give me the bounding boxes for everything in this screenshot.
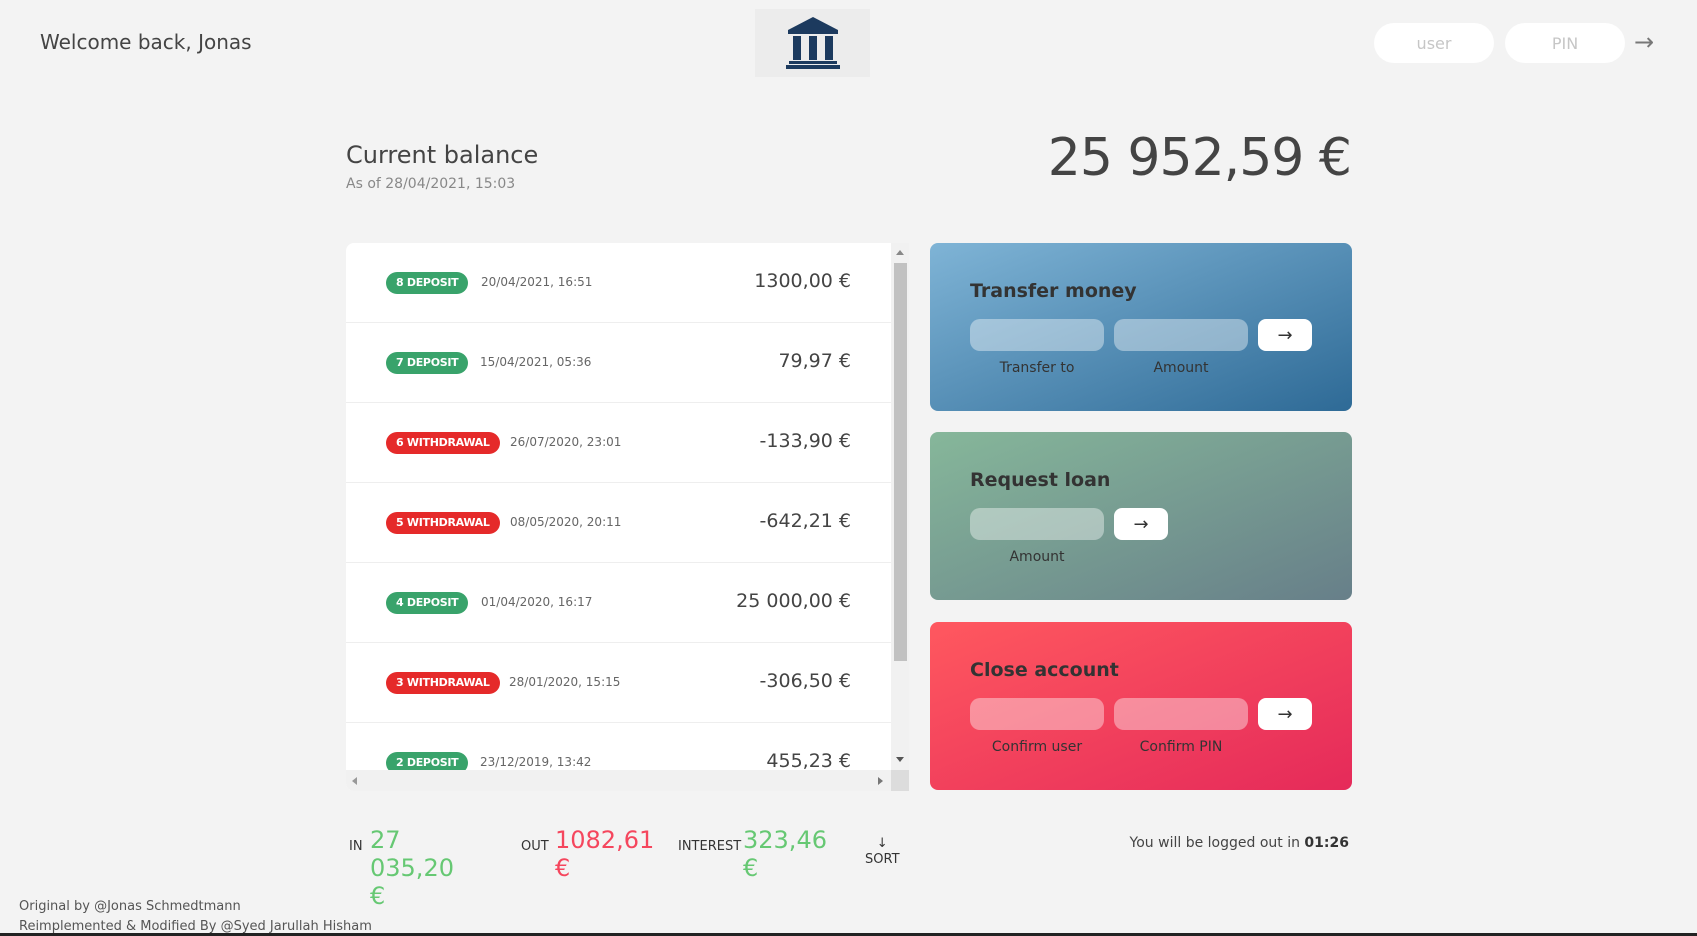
transfer-submit-button[interactable]: → <box>1258 319 1312 351</box>
login-user-input[interactable] <box>1374 23 1494 63</box>
loan-amount-input[interactable] <box>970 508 1104 540</box>
logout-timer-value: 01:26 <box>1304 835 1349 851</box>
movement-date: 01/04/2020, 16:17 <box>481 595 593 609</box>
movement-date: 28/01/2020, 15:15 <box>509 675 621 689</box>
transfer-title: Transfer money <box>970 280 1137 302</box>
close-title: Close account <box>970 659 1119 681</box>
summary-in-value: 27 035,20 € <box>370 826 454 910</box>
movement-row: 5 withdrawal 08/05/2020, 20:11 -642,21 € <box>346 483 891 563</box>
movements-panel[interactable]: 8 deposit 20/04/2021, 16:51 1300,00 € 7 … <box>346 243 909 791</box>
loan-title: Request loan <box>970 469 1111 491</box>
movement-type-badge: 5 withdrawal <box>386 512 500 534</box>
login-arrow-button[interactable]: → <box>1634 28 1654 56</box>
movement-value: 455,23 € <box>766 750 851 770</box>
scroll-up-arrow-icon[interactable] <box>896 250 904 255</box>
close-submit-button[interactable]: → <box>1258 698 1312 730</box>
movement-row: 7 deposit 15/04/2021, 05:36 79,97 € <box>346 323 891 403</box>
top-nav: Welcome back, Jonas → <box>0 0 1697 90</box>
request-loan-panel: Request loan → Amount <box>930 432 1352 600</box>
movement-type-badge: 3 withdrawal <box>386 672 500 694</box>
bank-building-icon <box>785 17 840 69</box>
summary-out-label: Out <box>521 839 549 854</box>
movement-value: 1300,00 € <box>754 270 851 292</box>
footer: Original by @Jonas Schmedtmann Reimpleme… <box>19 897 372 936</box>
balance-value: 25 952,59 € <box>1047 128 1352 188</box>
logout-timer: You will be logged out in 01:26 <box>1130 835 1349 851</box>
close-account-panel: Close account → Confirm user Confirm PIN <box>930 622 1352 790</box>
movement-value: -642,21 € <box>759 510 851 532</box>
horizontal-scrollbar[interactable] <box>346 770 891 791</box>
transfer-to-label: Transfer to <box>999 360 1075 376</box>
movement-type-badge: 8 deposit <box>386 272 469 294</box>
footer-credit-original: Original by @Jonas Schmedtmann <box>19 899 241 914</box>
confirm-pin-input[interactable] <box>1114 698 1248 730</box>
bank-logo <box>755 9 870 77</box>
movement-date: 15/04/2021, 05:36 <box>480 355 592 369</box>
scroll-down-arrow-icon[interactable] <box>896 757 904 762</box>
movement-type-badge: 4 deposit <box>386 592 469 614</box>
movement-row: 3 withdrawal 28/01/2020, 15:15 -306,50 € <box>346 643 891 723</box>
movement-row: 4 deposit 01/04/2020, 16:17 25 000,00 € <box>346 563 891 643</box>
transfer-amount-label: Amount <box>1153 360 1209 376</box>
movement-value: 79,97 € <box>778 350 851 372</box>
movement-row: 2 deposit 23/12/2019, 13:42 455,23 € <box>346 723 891 770</box>
login-pin-input[interactable] <box>1505 23 1625 63</box>
transfer-money-panel: Transfer money → Transfer to Amount <box>930 243 1352 411</box>
welcome-message: Welcome back, Jonas <box>40 30 252 54</box>
summary-out-value: 1082,61 € <box>555 826 655 882</box>
balance-label: Current balance <box>346 141 539 169</box>
movement-date: 23/12/2019, 13:42 <box>480 755 592 769</box>
logout-text: You will be logged out in <box>1129 835 1305 851</box>
confirm-pin-label: Confirm PIN <box>1139 739 1223 755</box>
sort-arrow-icon: ↓ <box>876 836 888 851</box>
vertical-scrollbar[interactable] <box>891 243 909 770</box>
summary-in-label: In <box>349 839 363 854</box>
movement-type-badge: 2 deposit <box>386 752 469 770</box>
movement-date: 08/05/2020, 20:11 <box>510 515 622 529</box>
confirm-user-input[interactable] <box>970 698 1104 730</box>
loan-submit-button[interactable]: → <box>1114 508 1168 540</box>
movement-value: -133,90 € <box>759 430 851 452</box>
movement-value: 25 000,00 € <box>736 590 851 612</box>
movements-list[interactable]: 8 deposit 20/04/2021, 16:51 1300,00 € 7 … <box>346 243 891 770</box>
summary-interest-value: 323,46 € <box>743 826 827 882</box>
transfer-to-input[interactable] <box>970 319 1104 351</box>
scroll-right-arrow-icon[interactable] <box>878 777 883 785</box>
sort-button[interactable]: ↓ SORT <box>865 836 900 868</box>
movement-date: 26/07/2020, 23:01 <box>510 435 622 449</box>
sort-label: SORT <box>865 852 900 867</box>
transfer-amount-input[interactable] <box>1114 319 1248 351</box>
movement-type-badge: 7 deposit <box>386 352 469 374</box>
confirm-user-label: Confirm user <box>991 739 1083 755</box>
movement-row: 6 withdrawal 26/07/2020, 23:01 -133,90 € <box>346 403 891 483</box>
balance-date: As of 28/04/2021, 15:03 <box>346 176 516 192</box>
movement-date: 20/04/2021, 16:51 <box>481 275 593 289</box>
movement-type-badge: 6 withdrawal <box>386 432 500 454</box>
loan-amount-label: Amount <box>1009 549 1065 565</box>
movement-value: -306,50 € <box>759 670 851 692</box>
summary-interest-label: Interest <box>678 839 742 854</box>
scroll-left-arrow-icon[interactable] <box>352 777 357 785</box>
scrollbar-thumb[interactable] <box>894 263 907 661</box>
scrollbar-corner <box>891 770 909 791</box>
movement-row: 8 deposit 20/04/2021, 16:51 1300,00 € <box>346 243 891 323</box>
